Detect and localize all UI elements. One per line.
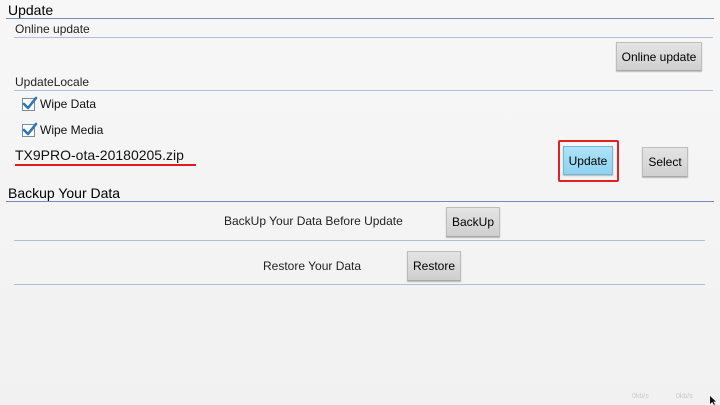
update-title-divider	[6, 18, 714, 19]
update-button[interactable]: Update	[563, 146, 613, 175]
backup-section-title: Backup Your Data	[8, 185, 121, 201]
select-button[interactable]: Select	[642, 147, 688, 177]
mouse-cursor-icon	[710, 396, 716, 405]
restore-description: Restore Your Data	[263, 259, 362, 273]
update-section-title: Update	[8, 2, 54, 18]
check-icon	[22, 122, 38, 136]
check-icon	[22, 96, 38, 110]
backup-title-divider	[6, 201, 714, 202]
restore-button[interactable]: Restore	[407, 251, 461, 281]
online-update-title: Online update	[15, 22, 90, 36]
update-filename: TX9PRO-ota-20180205.zip	[15, 147, 184, 163]
wipe-data-checkbox[interactable]	[22, 96, 38, 111]
filename-underline	[15, 164, 196, 166]
backup-description: BackUp Your Data Before Update	[224, 214, 403, 228]
online-update-divider	[14, 37, 713, 38]
network-speed-right: 0kb/s	[676, 393, 693, 400]
network-speed-left: 0kb/s	[632, 393, 649, 400]
wipe-media-label: Wipe Media	[40, 123, 104, 137]
update-locale-title: UpdateLocale	[15, 75, 90, 89]
backup-divider	[14, 240, 705, 241]
online-update-button[interactable]: Online update	[616, 42, 702, 71]
restore-divider	[14, 284, 705, 285]
update-locale-divider	[14, 90, 713, 91]
wipe-data-label: Wipe Data	[40, 97, 97, 111]
backup-button[interactable]: BackUp	[446, 207, 500, 237]
wipe-media-checkbox[interactable]	[22, 122, 38, 137]
